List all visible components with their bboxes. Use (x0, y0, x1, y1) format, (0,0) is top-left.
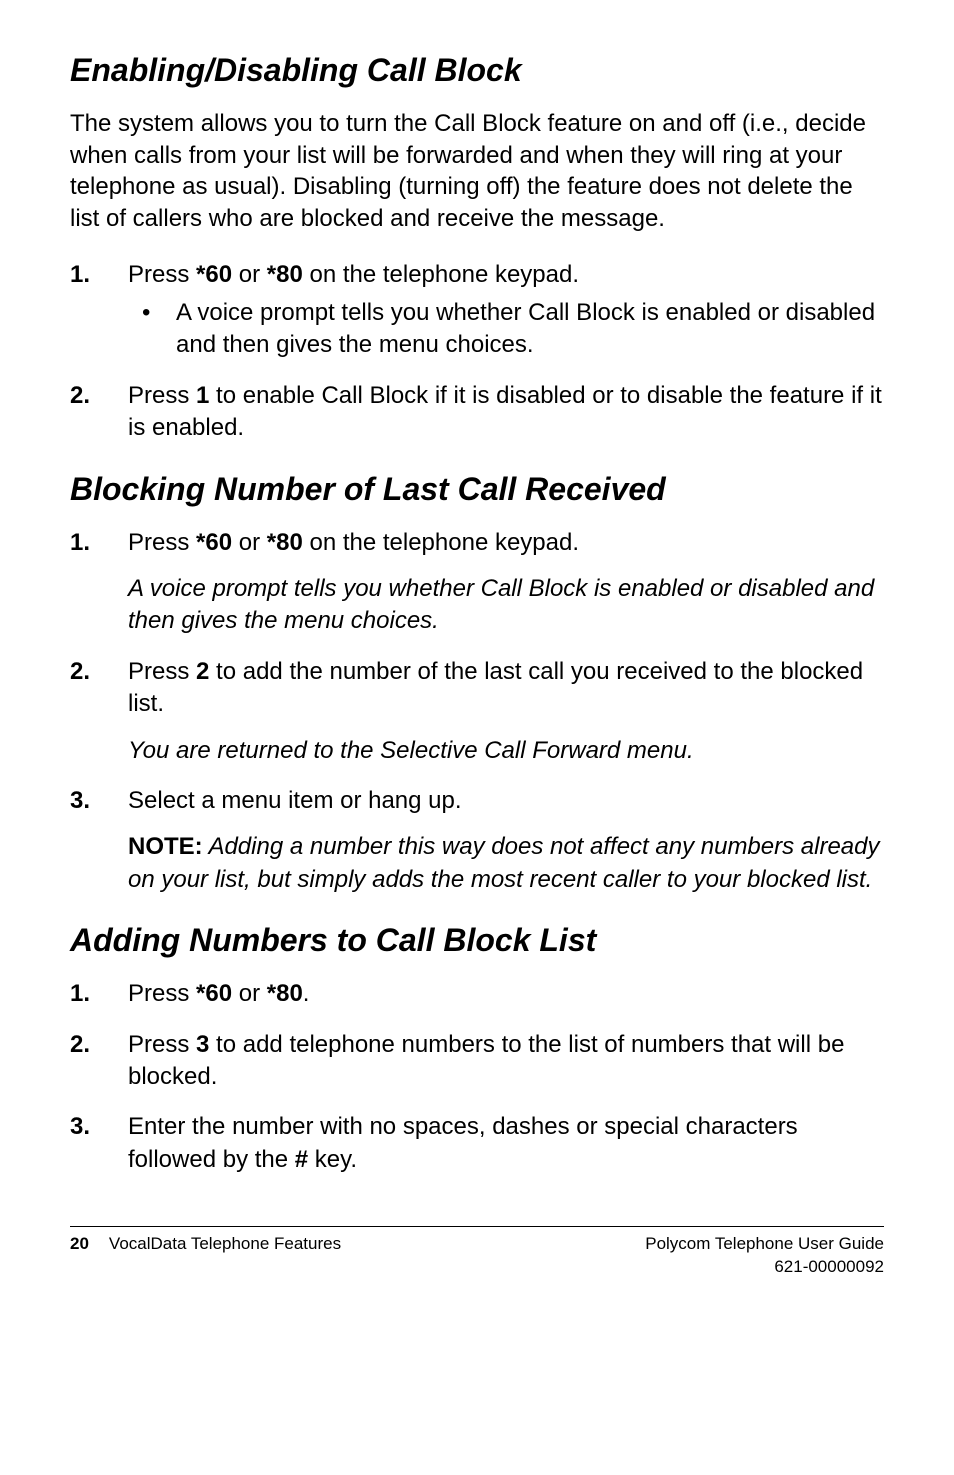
list-item: 2. Press 1 to enable Call Block if it is… (70, 380, 884, 445)
kbd-code: *60 (196, 980, 232, 1007)
step-text: Press *60 or *80 on the telephone keypad… (128, 529, 579, 556)
txt: Press (128, 529, 196, 556)
list-item: 3. Select a menu item or hang up. NOTE: … (70, 785, 884, 896)
intro-pre: The (70, 110, 118, 137)
list-item: 1. Press *60 or *80 on the telephone key… (70, 527, 884, 638)
intro-paragraph: The system allows you to turn the Call B… (70, 108, 884, 235)
footer-right: Polycom Telephone User Guide 621-0000009… (645, 1233, 884, 1279)
footer-left: 20 VocalData Telephone Features (70, 1233, 341, 1279)
result-text: A voice prompt tells you whether Call Bl… (128, 573, 884, 638)
txt: . (303, 980, 310, 1007)
footer-left-text: VocalData Telephone Features (109, 1233, 341, 1279)
page-footer: 20 VocalData Telephone Features Polycom … (70, 1233, 884, 1279)
steps-s3: 1. Press *60 or *80. 2. Press 3 to add t… (70, 978, 884, 1176)
kbd-code: 3 (196, 1031, 209, 1058)
txt: key. (308, 1146, 357, 1173)
step-marker: 2. (70, 380, 90, 412)
txt: Press (128, 980, 196, 1007)
heading-adding-numbers: Adding Numbers to Call Block List (70, 920, 884, 960)
step-marker: 1. (70, 527, 90, 559)
step-text: Press 2 to add the number of the last ca… (128, 658, 863, 717)
step-text: Press *60 or *80. (128, 980, 309, 1007)
list-item: 2. Press 2 to add the number of the last… (70, 656, 884, 767)
txt: or (232, 261, 267, 288)
txt: or (232, 980, 267, 1007)
txt: to enable Call Block if it is disabled o… (128, 382, 882, 441)
kbd-code: # (295, 1146, 308, 1173)
note: NOTE: Adding a number this way does not … (128, 831, 884, 896)
txt: Enter the number with no spaces, dashes … (128, 1113, 798, 1172)
list-item: A voice prompt tells you whether Call Bl… (128, 297, 884, 362)
step-text: Select a menu item or hang up. (128, 787, 462, 814)
step-text: Press 3 to add telephone numbers to the … (128, 1031, 844, 1090)
kbd-code: *80 (267, 980, 303, 1007)
step-text: Press 1 to enable Call Block if it is di… (128, 382, 882, 441)
step-marker: 3. (70, 785, 90, 817)
footer-right-line1: Polycom Telephone User Guide (645, 1233, 884, 1256)
step-marker: 2. (70, 1029, 90, 1061)
kbd-code: 1 (196, 382, 209, 409)
list-item: 2. Press 3 to add telephone numbers to t… (70, 1029, 884, 1094)
txt: to add the number of the last call you r… (128, 658, 863, 717)
result-text: You are returned to the Selective Call F… (128, 735, 884, 767)
step-marker: 1. (70, 259, 90, 291)
intro-post: system allows you to turn the Call Block… (70, 110, 866, 232)
list-item: 1. Press *60 or *80 on the telephone key… (70, 259, 884, 362)
txt: Press (128, 658, 196, 685)
txt: Press (128, 261, 196, 288)
txt: Press (128, 1031, 196, 1058)
note-label: NOTE: (128, 833, 203, 860)
sub-bullets: A voice prompt tells you whether Call Bl… (128, 297, 884, 362)
step-text: Press *60 or *80 on the telephone keypad… (128, 261, 579, 288)
kbd-code: *80 (267, 529, 303, 556)
footer-divider (70, 1226, 884, 1233)
page: Enabling/Disabling Call Block The system… (0, 0, 954, 1475)
step-text: Enter the number with no spaces, dashes … (128, 1113, 798, 1172)
step-marker: 2. (70, 656, 90, 688)
note-body: Adding a number this way does not affect… (128, 833, 880, 892)
steps-s1: 1. Press *60 or *80 on the telephone key… (70, 259, 884, 445)
steps-s2: 1. Press *60 or *80 on the telephone key… (70, 527, 884, 897)
page-number: 20 (70, 1233, 89, 1279)
txt: to add telephone numbers to the list of … (128, 1031, 844, 1090)
step-marker: 1. (70, 978, 90, 1010)
kbd-code: 2 (196, 658, 209, 685)
heading-blocking-last-call: Blocking Number of Last Call Received (70, 469, 884, 509)
txt: or (232, 529, 267, 556)
kbd-code: *60 (196, 261, 232, 288)
step-marker: 3. (70, 1111, 90, 1143)
list-item: 3. Enter the number with no spaces, dash… (70, 1111, 884, 1176)
kbd-code: *80 (267, 261, 303, 288)
txt: Press (128, 382, 196, 409)
footer-right-line2: 621-00000092 (645, 1256, 884, 1279)
kbd-code: *60 (196, 529, 232, 556)
txt: on the telephone keypad. (303, 529, 579, 556)
list-item: 1. Press *60 or *80. (70, 978, 884, 1010)
txt: on the telephone keypad. (303, 261, 579, 288)
heading-enabling-disabling: Enabling/Disabling Call Block (70, 50, 884, 90)
